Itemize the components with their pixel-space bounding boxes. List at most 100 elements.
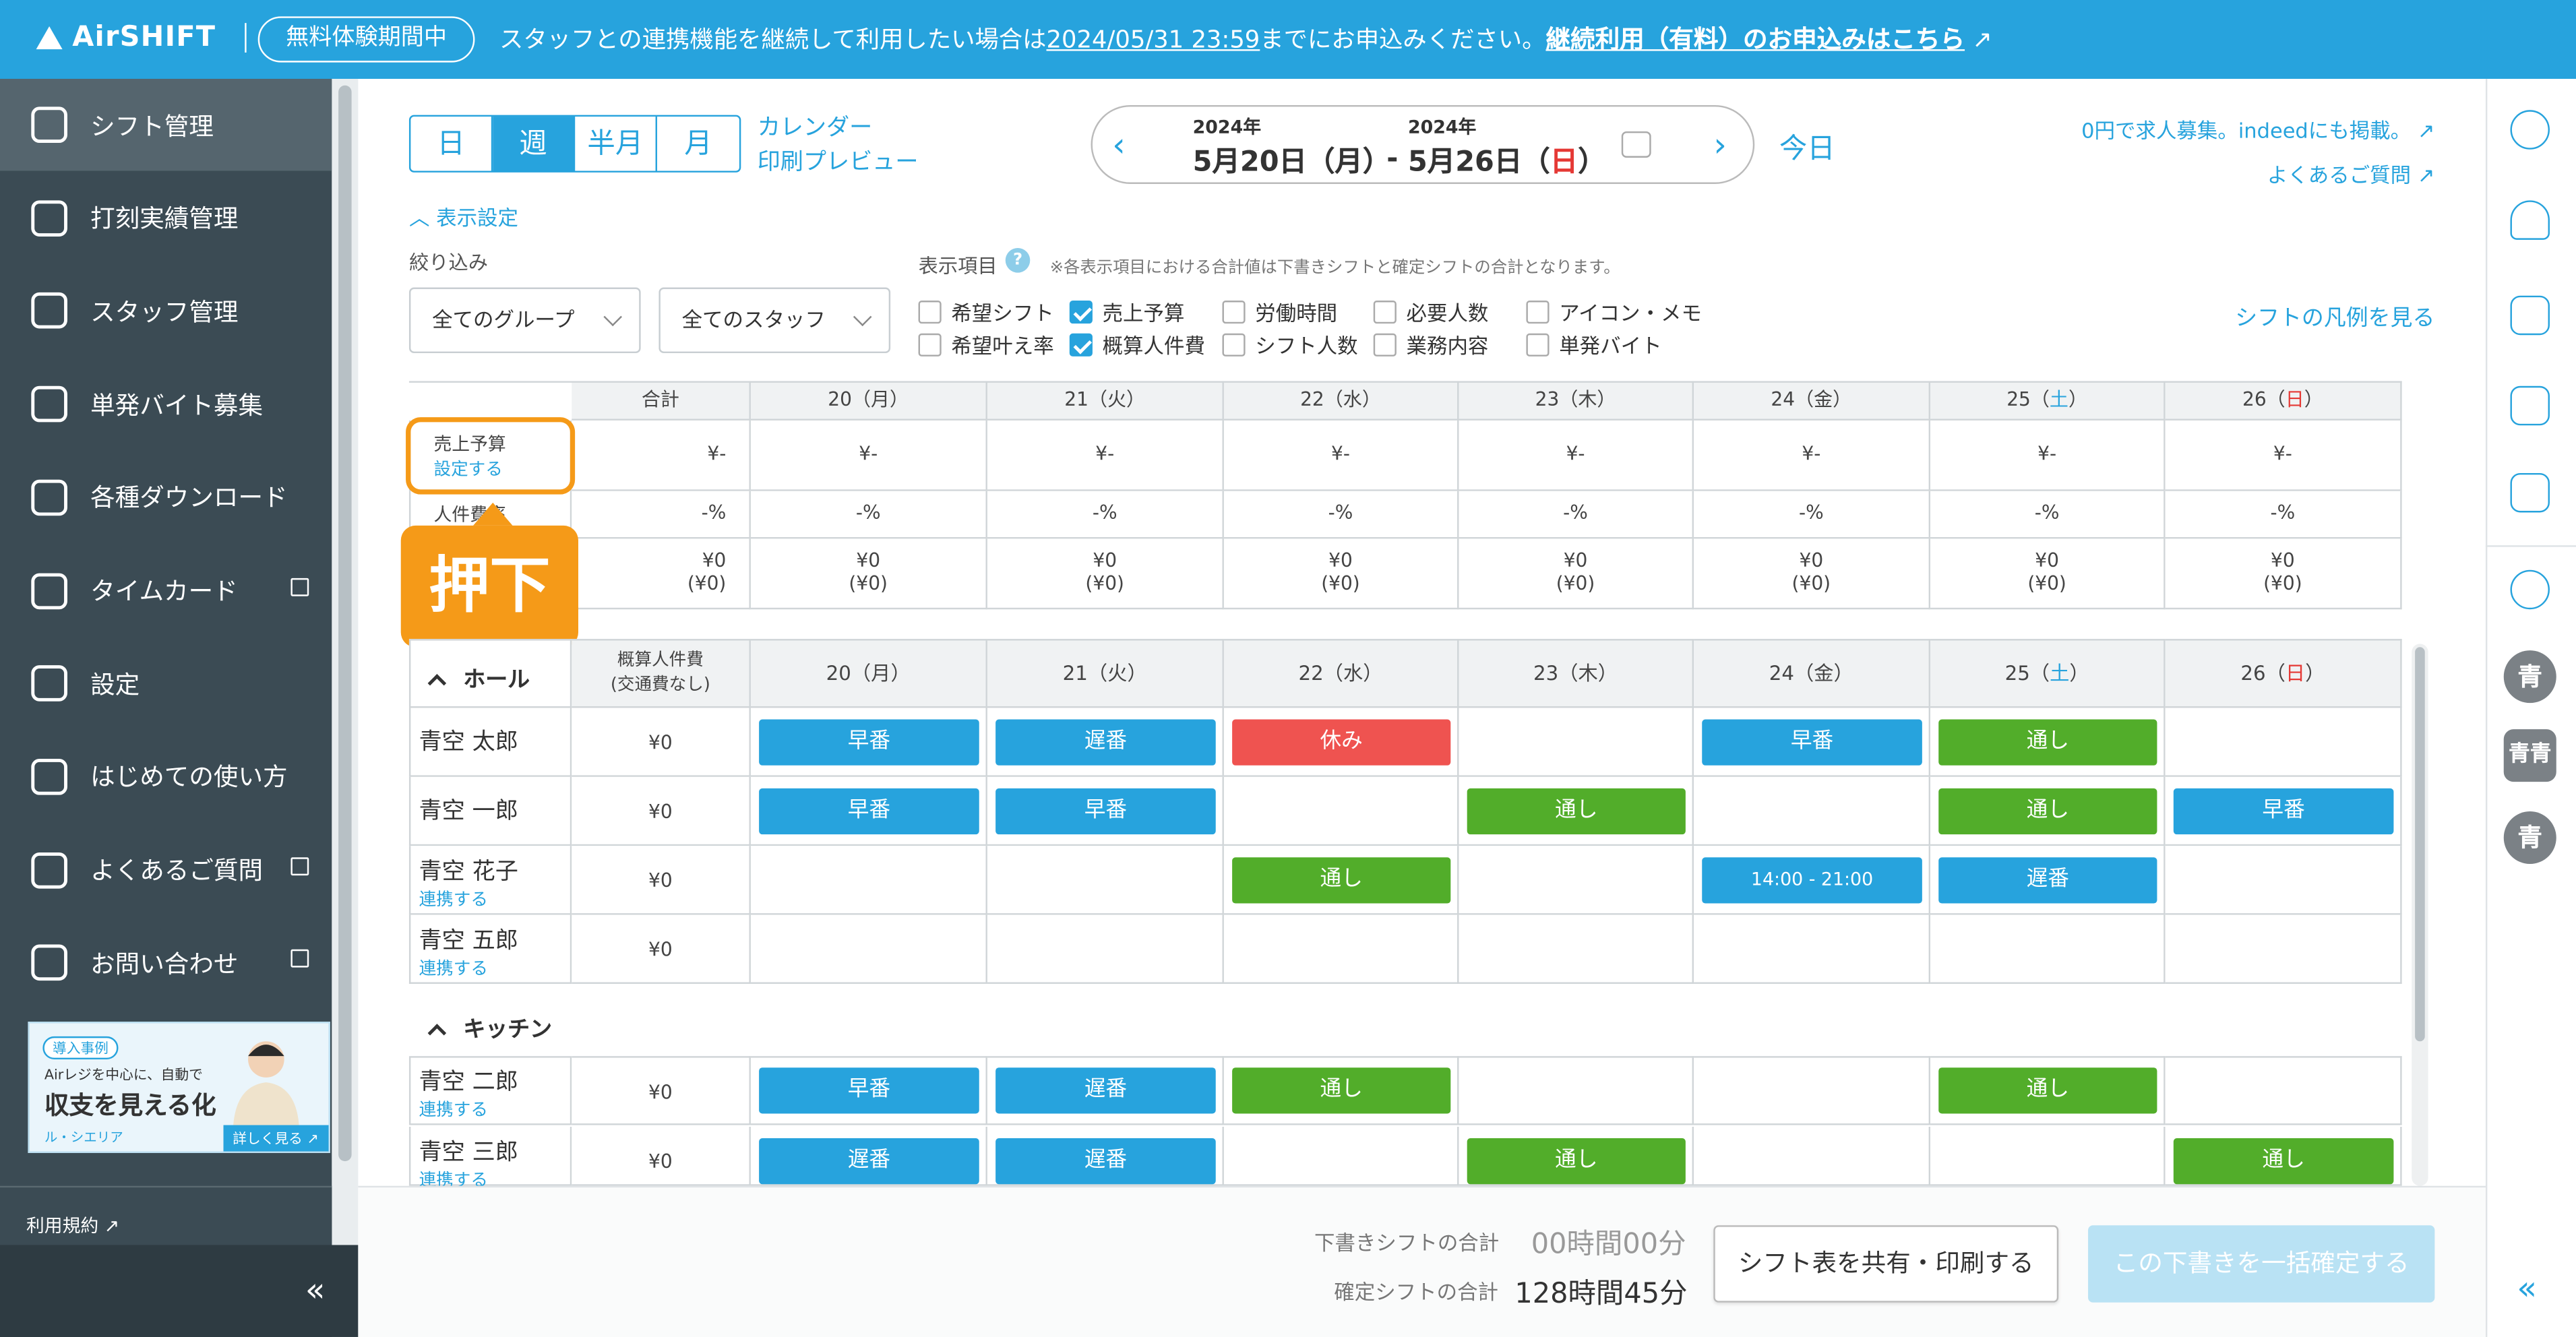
checkbox-box[interactable] — [918, 332, 942, 356]
next-week-button[interactable]: › — [1713, 125, 1727, 164]
shift-legend-link[interactable]: シフトの凡例を見る — [2136, 299, 2434, 332]
shift-cell[interactable] — [1694, 914, 1931, 984]
shift-pill[interactable]: 遅番 — [995, 1067, 1216, 1114]
shift-pill[interactable]: 遅番 — [1938, 857, 2157, 904]
airshift-logo[interactable]: AirSHIFT — [36, 22, 247, 54]
shift-pill[interactable]: 遅番 — [995, 1138, 1216, 1185]
checkbox-box[interactable] — [918, 299, 942, 323]
view-day-button[interactable]: 日 — [410, 117, 493, 171]
display-checkbox[interactable]: 労働時間 — [1222, 296, 1337, 327]
staff-name[interactable]: 青空 太郎 — [410, 724, 570, 757]
approval-icon[interactable] — [2510, 472, 2550, 513]
share-print-button[interactable]: シフト表を共有・印刷する — [1713, 1225, 2059, 1303]
shift-request-icon[interactable] — [2510, 295, 2550, 336]
shift-cell[interactable] — [750, 846, 987, 915]
sidebar-item-getting-started[interactable]: はじめての使い方 — [0, 730, 332, 822]
shift-pill[interactable]: 通し — [1938, 788, 2157, 835]
shift-cell[interactable] — [1459, 914, 1694, 984]
view-halfmonth-button[interactable]: 半月 — [575, 117, 657, 171]
collapse-right-panel-button[interactable]: « — [2517, 1268, 2537, 1307]
shift-pill[interactable]: 通し — [1938, 719, 2157, 766]
checkbox-box[interactable] — [1373, 299, 1397, 323]
shift-pill[interactable]: 通し — [1232, 1067, 1451, 1114]
sidebar-scroll-thumb[interactable] — [338, 85, 352, 1162]
sidebar-item-contact[interactable]: お問い合わせ — [0, 917, 332, 1009]
continue-subscription-link[interactable]: 継続利用（有料）のお申込みはこちら — [1545, 25, 1965, 55]
faq-link[interactable]: よくあるご質問 ↗ — [1971, 153, 2435, 197]
sidebar-item-temp-job[interactable]: 単発バイト募集 — [0, 359, 332, 450]
table-scroll-thumb[interactable] — [2415, 647, 2425, 1042]
view-month-button[interactable]: 月 — [657, 117, 739, 170]
collapse-sidebar-button[interactable]: « — [0, 1245, 359, 1337]
display-checkbox[interactable]: 売上予算 — [1069, 296, 1184, 327]
checkbox-box[interactable] — [1069, 332, 1093, 356]
checkbox-box[interactable] — [1373, 332, 1397, 356]
avatar[interactable]: 青 — [2503, 650, 2556, 704]
sidebar-item-time-card[interactable]: タイムカード — [0, 545, 332, 636]
shift-cell[interactable] — [1223, 776, 1459, 846]
sidebar-item-shift-management[interactable]: シフト管理 — [0, 78, 332, 171]
shift-pill[interactable]: 通し — [1467, 788, 1686, 835]
display-checkbox[interactable]: 概算人件費 — [1069, 328, 1205, 359]
sidebar-item-staff-management[interactable]: スタッフ管理 — [0, 265, 332, 356]
shift-pill[interactable]: 早番 — [759, 719, 979, 766]
calendar-icon[interactable] — [1621, 131, 1651, 158]
shift-cell[interactable] — [1459, 1056, 1694, 1125]
group-toggle-hall[interactable]: ホール — [427, 660, 530, 693]
chat-icon[interactable] — [2510, 569, 2550, 610]
sidebar-item-time-record[interactable]: 打刻実績管理 — [0, 172, 332, 263]
display-checkbox[interactable]: シフト人数 — [1222, 328, 1358, 359]
avatar[interactable]: 青青 — [2503, 729, 2556, 782]
shift-pill[interactable]: 早番 — [759, 1067, 979, 1114]
info-icon[interactable] — [2510, 110, 2550, 150]
banner-more-button[interactable]: 詳しく見る ↗ — [222, 1125, 329, 1152]
shift-pill[interactable]: 休み — [1232, 719, 1451, 766]
link-staff-button[interactable]: 連携する — [419, 887, 570, 912]
shift-cell[interactable] — [1223, 1126, 1459, 1186]
shift-cell[interactable] — [1459, 846, 1694, 915]
display-checkbox[interactable]: 必要人数 — [1373, 296, 1488, 327]
checkbox-box[interactable] — [1222, 332, 1246, 356]
avatar[interactable]: 青 — [2503, 811, 2556, 865]
indeed-job-link[interactable]: 0円で求人募集。indeedにも掲載。 ↗ — [1971, 108, 2434, 153]
shift-pill[interactable]: 通し — [1467, 1138, 1686, 1185]
shift-cell[interactable] — [987, 846, 1224, 915]
shift-cell[interactable] — [2165, 914, 2402, 984]
add-user-icon[interactable] — [2510, 200, 2550, 240]
shift-cell[interactable] — [987, 914, 1224, 984]
staff-name[interactable]: 青空 花子 連携する — [410, 854, 570, 911]
sidebar-item-faq[interactable]: よくあるご質問 — [0, 824, 332, 916]
staff-name[interactable]: 青空 一郎 — [410, 793, 570, 826]
shift-cell[interactable] — [2165, 846, 2402, 915]
sidebar-item-downloads[interactable]: 各種ダウンロード — [0, 452, 332, 543]
shift-pill[interactable]: 遅番 — [995, 719, 1216, 766]
shift-pill[interactable]: 14:00 - 21:00 — [1702, 857, 1922, 904]
shift-cell[interactable] — [2165, 708, 2402, 777]
shift-cell[interactable] — [750, 914, 987, 984]
shift-cell[interactable] — [1223, 914, 1459, 984]
today-button[interactable]: 今日 — [1779, 125, 1835, 166]
group-select[interactable]: 全てのグループ — [408, 287, 641, 354]
shift-cell[interactable] — [1930, 1126, 2166, 1186]
shift-cell[interactable] — [1694, 1126, 1931, 1186]
display-settings-toggle[interactable]: ︿ 表示設定 — [409, 200, 518, 231]
shift-pill[interactable]: 早番 — [995, 788, 1216, 835]
shift-pill[interactable]: 早番 — [759, 788, 979, 835]
view-week-button[interactable]: 週 — [493, 117, 576, 171]
checkbox-box[interactable] — [1069, 299, 1093, 323]
case-study-banner[interactable]: 導入事例 Airレジを中心に、自動で 収支を見える化 ル・シエリア 詳しく見る … — [28, 1022, 330, 1153]
confirm-drafts-button[interactable]: この下書きを一括確定する — [2088, 1225, 2435, 1303]
link-staff-button[interactable]: 連携する — [419, 956, 570, 981]
shift-pill[interactable]: 通し — [1938, 1067, 2157, 1114]
shift-pill[interactable]: 通し — [2173, 1138, 2394, 1185]
display-checkbox[interactable]: アイコン・メモ — [1526, 296, 1702, 327]
sidebar-item-settings[interactable]: 設定 — [0, 638, 332, 729]
checkbox-box[interactable] — [1526, 332, 1550, 356]
shift-cell[interactable] — [1694, 776, 1931, 846]
checkbox-box[interactable] — [1526, 299, 1550, 323]
shift-cell[interactable] — [1930, 914, 2166, 984]
display-checkbox[interactable]: 希望叶え率 — [918, 328, 1054, 359]
shift-cell[interactable] — [1459, 708, 1694, 777]
staff-name[interactable]: 青空 五郎 連携する — [410, 923, 570, 981]
prev-week-button[interactable]: ‹ — [1112, 125, 1126, 164]
